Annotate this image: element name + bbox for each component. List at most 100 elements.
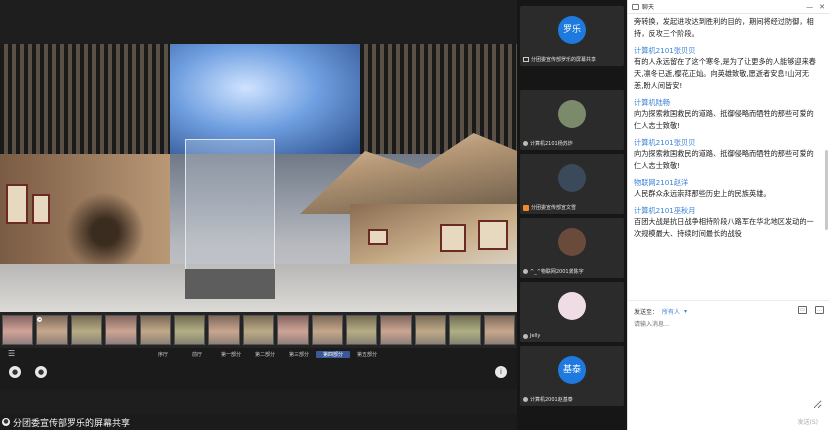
- more-options-icon[interactable]: …: [815, 306, 824, 314]
- scene-thumbnail[interactable]: [483, 315, 516, 345]
- share-footer-text: 分团委宣传部罗乐的屏幕共享: [13, 418, 131, 429]
- scene-thumbnail[interactable]: [311, 315, 344, 345]
- participant-name: Jelly: [530, 333, 541, 339]
- message-sender: 计算机陆畅: [634, 98, 670, 107]
- scene-thumbnail[interactable]: •: [36, 315, 68, 345]
- message-sender: 计算机2101张贝贝: [634, 46, 696, 55]
- chat-panel: 聊天 — ✕ 旁转换，发起进攻达到胜利的目的，期间将经过防御，相持，反攻三个阶段…: [627, 0, 829, 430]
- scene-thumbnail[interactable]: [242, 315, 275, 345]
- scene-tab[interactable]: 序厅: [146, 351, 180, 358]
- participant-avatar: [558, 292, 586, 320]
- participant-avatar: [558, 100, 586, 128]
- ceiling-slats-left: [0, 44, 170, 154]
- participant-tile[interactable]: Jelly: [520, 282, 624, 342]
- exhibit-panel: [440, 224, 466, 252]
- scene-tab[interactable]: 前厅: [180, 351, 214, 358]
- microphone-icon: [523, 397, 528, 402]
- presenter-avatar-icon: ●: [2, 418, 10, 426]
- menu-icon[interactable]: ☰: [8, 350, 18, 358]
- participant-name: ^_^物联网2001龚陈宇: [530, 269, 584, 275]
- pin-icon: •: [37, 317, 43, 322]
- message-text: 向为探索救国救民的道路、抵御侵略而牺牲的那些可爱的仁人志士致敬!: [634, 109, 814, 130]
- display-case-base: [185, 269, 275, 299]
- microphone-icon: [523, 269, 528, 274]
- participant-name: 计算机2001赵基泰: [530, 397, 573, 403]
- scene-thumbnail[interactable]: [277, 315, 309, 345]
- send-to-label: 发送至：: [634, 309, 659, 316]
- scene-thumbnail[interactable]: [70, 315, 103, 345]
- participant-name: 计算机2101杨苏炸: [530, 141, 573, 147]
- scene-tab[interactable]: 第五部分: [350, 351, 384, 358]
- message-text: 向为探索救国救民的道路、抵御侵略而牺牲的那些可爱的仁人志士致敬!: [634, 149, 814, 170]
- tour-tool-icon: ●: [9, 366, 21, 378]
- scene-thumbnail[interactable]: [414, 315, 447, 345]
- microphone-icon: [523, 333, 528, 339]
- participant-list: 罗乐 分团委宣传部罗乐的屏幕共享计算机2101杨苏炸 分团委宣传部宣文雪 ^_^物联网…: [517, 0, 627, 430]
- exhibit-panel: [6, 184, 28, 224]
- scene-tabs: 序厅 前厅 第一部分 第二部分 第三部分 第四部分 第五部分: [146, 350, 384, 358]
- participant-name-row: 分团委宣传部宣文雪: [523, 204, 576, 211]
- tour-tool-icon: ●: [35, 366, 47, 378]
- participant-name-row: Jelly: [523, 333, 540, 339]
- scene-thumbnail[interactable]: [139, 315, 172, 345]
- screenshot-icon[interactable]: ▭: [798, 306, 807, 314]
- chat-icon: [632, 3, 639, 10]
- participant-name-row: 计算机2001赵基泰: [523, 396, 573, 403]
- participant-tile[interactable]: 计算机2101杨苏炸: [520, 90, 624, 150]
- participant-tile[interactable]: 罗乐 分团委宣传部罗乐的屏幕共享: [520, 6, 624, 66]
- chat-messages: 旁转换，发起进攻达到胜利的目的，期间将经过防御，相持，反攻三个阶段。 计算机210…: [628, 14, 824, 296]
- scene-thumbnail[interactable]: [380, 315, 412, 345]
- participant-tile[interactable]: 基泰计算机2001赵基泰: [520, 346, 624, 406]
- museum-panorama[interactable]: [0, 44, 517, 312]
- message-sender: 计算机2101张贝贝: [634, 138, 696, 147]
- chat-message-input[interactable]: [634, 319, 822, 409]
- participant-tile[interactable]: ^_^物联网2001龚陈宇: [520, 218, 624, 278]
- scene-thumbnail[interactable]: [174, 315, 206, 345]
- scene-thumbnail[interactable]: [208, 315, 240, 345]
- scene-thumbnail[interactable]: [449, 315, 481, 345]
- scene-thumbnail-strip: •: [0, 312, 517, 348]
- chevron-down-icon: ▾: [684, 308, 688, 315]
- scene-navbar: ☰ 序厅 前厅 第一部分 第二部分 第三部分 第四部分 第五部分: [0, 348, 517, 360]
- participant-name-row: 计算机2101杨苏炸: [523, 140, 573, 147]
- message-sender: 计算机2101巫秋月: [634, 206, 696, 215]
- exhibit-panel: [32, 194, 50, 224]
- scene-thumbnail[interactable]: [2, 315, 34, 345]
- exhibit-panel: [478, 220, 508, 250]
- scene-tab[interactable]: 第三部分: [282, 351, 316, 358]
- scene-tab[interactable]: 第二部分: [248, 351, 282, 358]
- scene-thumbnail[interactable]: [105, 315, 137, 345]
- send-button[interactable]: 发送(S): [798, 417, 819, 426]
- ceiling-skylight: [170, 44, 360, 154]
- close-icon[interactable]: ✕: [819, 3, 825, 11]
- share-footer: ● 分团委宣传部罗乐的屏幕共享: [0, 414, 517, 430]
- minimize-icon[interactable]: —: [806, 3, 813, 11]
- host-badge-icon: [523, 204, 529, 211]
- participant-avatar: [558, 164, 586, 192]
- participant-name-row: 分团委宣传部罗乐的屏幕共享: [523, 56, 596, 63]
- message-sender: 物联网2101赵洋: [634, 178, 689, 187]
- participant-name: 分团委宣传部罗乐的屏幕共享: [531, 57, 597, 63]
- participant-name-row: ^_^物联网2001龚陈宇: [523, 268, 584, 275]
- scene-tab[interactable]: 第四部分: [316, 350, 350, 358]
- participant-avatar: 基泰: [558, 356, 586, 384]
- send-to-value: 所有人: [662, 309, 681, 316]
- shared-screen: • ☰ 序厅 前厅 第一部分 第二部分 第三部分 第四部分 第五部分 ● ● i ● 分团委…: [0, 0, 517, 430]
- tour-tool-left-2[interactable]: ●: [26, 366, 56, 378]
- info-icon: i: [495, 366, 507, 378]
- send-to-selector[interactable]: 发送至： 所有人 ▾: [634, 307, 687, 316]
- microphone-icon: [523, 141, 528, 146]
- tour-info-button[interactable]: i: [486, 366, 516, 378]
- scene-thumbnail[interactable]: [346, 315, 378, 345]
- message-text: 人民群众永远崇拜那些历史上的民族英雄。: [634, 189, 771, 198]
- ceiling-slats-right: [360, 44, 517, 154]
- chat-scrollbar[interactable]: [825, 150, 828, 230]
- exhibit-panel: [368, 229, 388, 245]
- message-text: 有的人永远留在了这个寒冬,是为了让更多的人能够迎来春天,凛冬已逝,樱花正灿。向英…: [634, 57, 816, 90]
- message-text: 百团大战是抗日战争相持阶段八路军在华北地区发动的一次规模最大、持续时间最长的战役: [634, 217, 814, 238]
- scene-tab[interactable]: 第一部分: [214, 351, 248, 358]
- participant-tile[interactable]: 分团委宣传部宣文雪: [520, 154, 624, 214]
- tour-toolbar: ● ● i: [0, 360, 517, 390]
- screen-share-icon: [523, 57, 529, 62]
- chat-title: 聊天: [642, 4, 655, 11]
